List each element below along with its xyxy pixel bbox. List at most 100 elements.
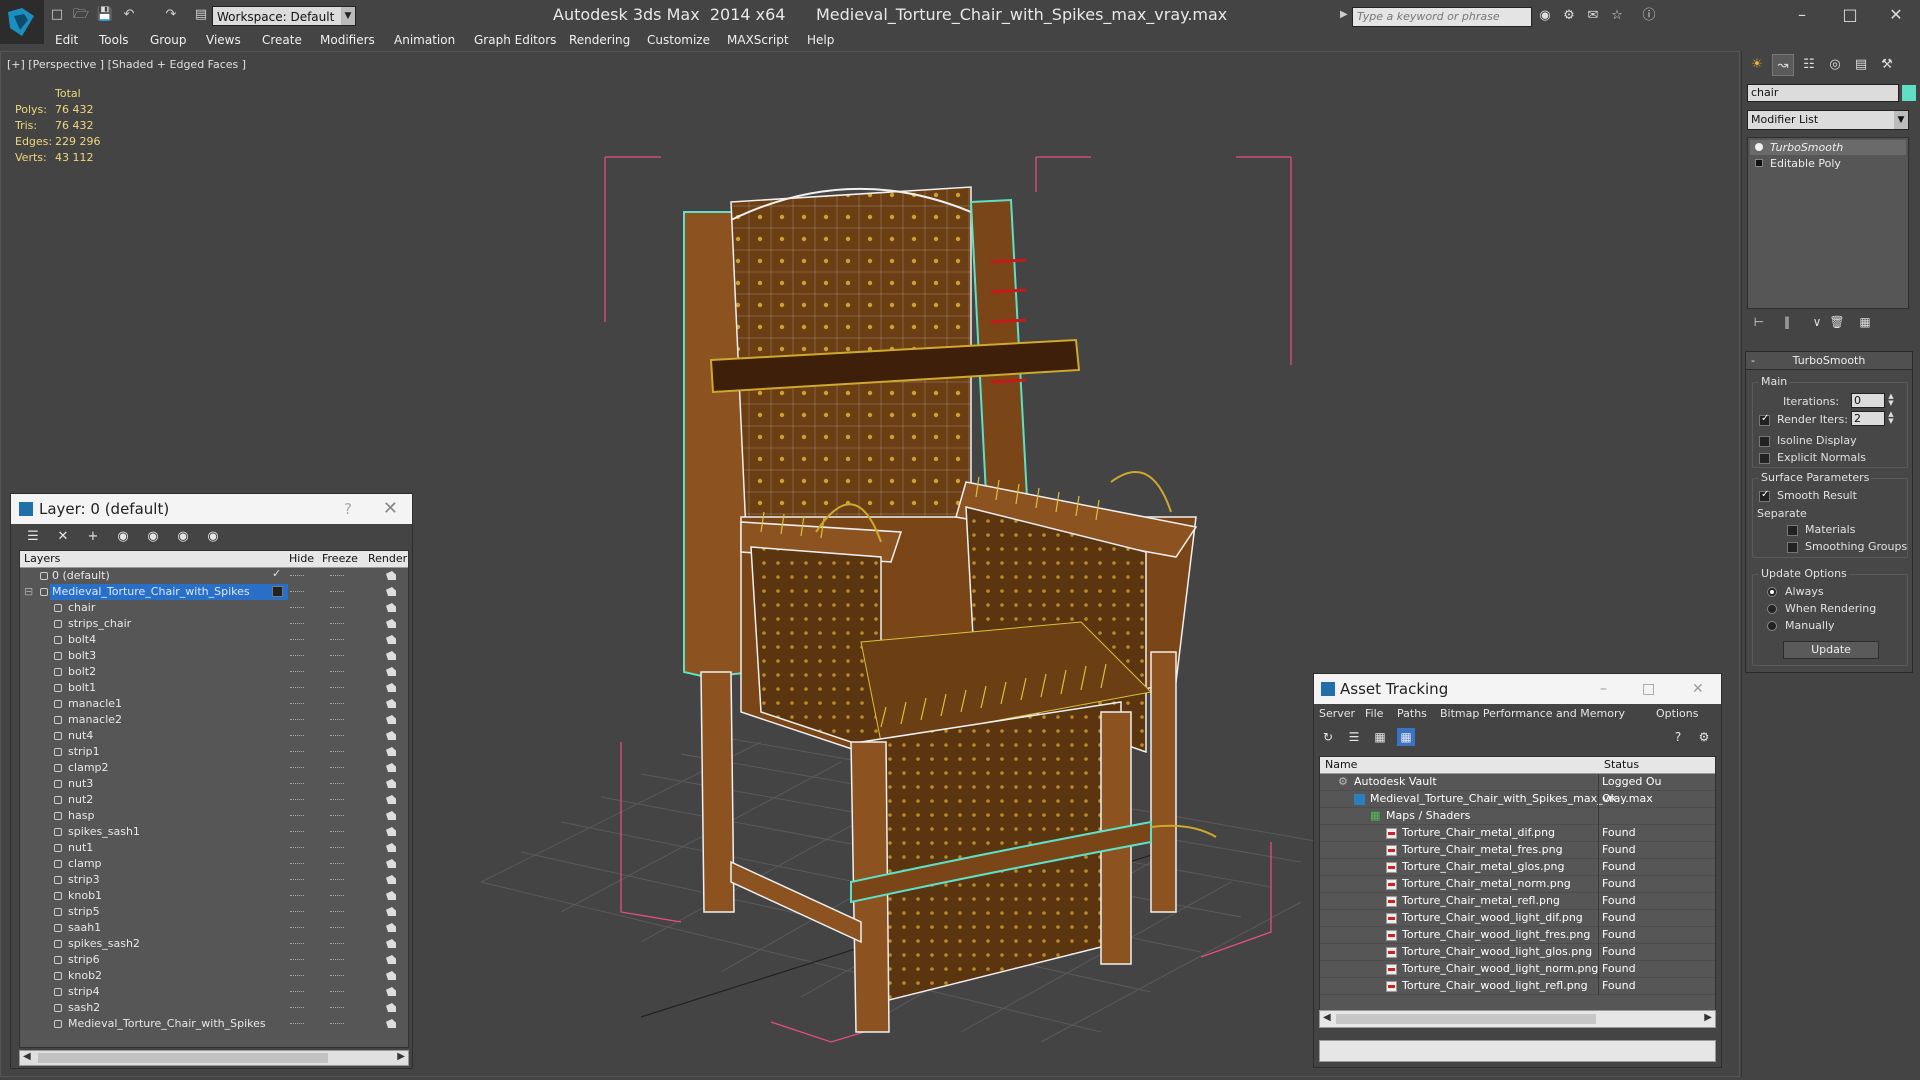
scroll-right-icon[interactable]: ▶	[1704, 1012, 1712, 1023]
stack-item-turbosmooth[interactable]: TurboSmooth	[1750, 140, 1906, 155]
layer-row[interactable]: 0 (default) ✓	[20, 567, 408, 584]
menu-file[interactable]: File	[1365, 707, 1383, 720]
freeze-toggle[interactable]	[330, 783, 344, 784]
object-row[interactable]: bolt4	[20, 632, 408, 648]
freeze-toggle[interactable]	[330, 655, 344, 656]
spinner-arrows-icon[interactable]: ▲ ▼	[1887, 393, 1895, 408]
hide-toggle[interactable]	[290, 1007, 304, 1008]
list-view-icon[interactable]: ☰	[1345, 728, 1363, 746]
hide-toggle[interactable]	[290, 687, 304, 688]
freeze-toggle[interactable]	[330, 975, 344, 976]
render-teapot-icon[interactable]	[386, 571, 396, 580]
menu-customize[interactable]: Customize	[647, 30, 710, 50]
object-row[interactable]: clamp	[20, 856, 408, 872]
always-radio[interactable]	[1767, 587, 1777, 597]
freeze-toggle[interactable]	[330, 703, 344, 704]
menu-server[interactable]: Server	[1319, 707, 1355, 720]
help-icon[interactable]: ?	[344, 494, 352, 524]
object-row[interactable]: nut1	[20, 840, 408, 856]
hide-toggle[interactable]	[290, 991, 304, 992]
menu-modifiers[interactable]: Modifiers	[320, 30, 375, 50]
freeze-toggle[interactable]	[330, 623, 344, 624]
hide-toggle[interactable]	[290, 975, 304, 976]
select-objects-icon[interactable]: ◉	[113, 528, 133, 546]
freeze-toggle[interactable]	[330, 943, 344, 944]
hide-toggle[interactable]	[290, 879, 304, 880]
object-row[interactable]: hasp	[20, 808, 408, 824]
freeze-toggle[interactable]	[330, 911, 344, 912]
asset-row[interactable]: Torture_Chair_wood_light_glos.png Found	[1320, 944, 1715, 961]
explicit-normals-checkbox[interactable]	[1759, 453, 1770, 464]
asset-row[interactable]: ⚙ Autodesk Vault Logged Ou	[1320, 774, 1715, 791]
app-menu-button[interactable]	[0, 0, 44, 44]
hide-toggle[interactable]	[290, 703, 304, 704]
open-file-icon[interactable]: 🗁	[72, 7, 90, 23]
hide-toggle[interactable]	[290, 671, 304, 672]
render-teapot-icon[interactable]	[386, 635, 396, 644]
menu-graph-editors[interactable]: Graph Editors	[474, 30, 556, 50]
menu-paths[interactable]: Paths	[1397, 707, 1427, 720]
object-row[interactable]: nut3	[20, 776, 408, 792]
object-row[interactable]: bolt3	[20, 648, 408, 664]
freeze-toggle[interactable]	[330, 879, 344, 880]
asset-scrollbar[interactable]: ◀ ▶	[1319, 1010, 1716, 1028]
freeze-toggle[interactable]	[330, 863, 344, 864]
freeze-toggle[interactable]	[330, 575, 344, 576]
freeze-toggle[interactable]	[330, 815, 344, 816]
column-name[interactable]: Name	[1325, 758, 1357, 771]
show-end-result-icon[interactable]: ‖	[1779, 315, 1795, 333]
collapse-icon[interactable]: -	[1751, 352, 1755, 370]
asset-row[interactable]: Torture_Chair_metal_fres.png Found	[1320, 842, 1715, 859]
new-file-icon[interactable]: □	[48, 7, 66, 23]
freeze-toggle[interactable]	[330, 671, 344, 672]
menu-bitmap-performance[interactable]: Bitmap Performance and Memory	[1440, 707, 1625, 720]
favorites-star-icon[interactable]: ☆	[1608, 8, 1626, 24]
hide-toggle[interactable]	[290, 591, 304, 592]
render-teapot-icon[interactable]	[386, 811, 396, 820]
render-teapot-icon[interactable]	[386, 763, 396, 772]
menu-group[interactable]: Group	[150, 30, 187, 50]
hide-toggle[interactable]	[290, 783, 304, 784]
freeze-toggle[interactable]	[330, 607, 344, 608]
hide-toggle[interactable]	[290, 895, 304, 896]
maximize-icon[interactable]: □	[1832, 4, 1868, 26]
freeze-toggle[interactable]	[330, 751, 344, 752]
menu-animation[interactable]: Animation	[394, 30, 455, 50]
menu-rendering[interactable]: Rendering	[569, 30, 630, 50]
hide-toggle[interactable]	[290, 655, 304, 656]
asset-row[interactable]: Torture_Chair_wood_light_refl.png Found	[1320, 978, 1715, 995]
help-icon[interactable]: ?	[1669, 728, 1687, 746]
asset-row[interactable]: Torture_Chair_metal_dif.png Found	[1320, 825, 1715, 842]
object-row[interactable]: strips_chair	[20, 616, 408, 632]
object-color-swatch[interactable]	[1902, 85, 1916, 101]
hide-toggle[interactable]	[290, 959, 304, 960]
object-row[interactable]: strip3	[20, 872, 408, 888]
render-teapot-icon[interactable]	[386, 891, 396, 900]
delete-layer-icon[interactable]: ✕	[53, 528, 73, 546]
update-button[interactable]: Update	[1783, 641, 1879, 659]
hide-toggle[interactable]	[290, 575, 304, 576]
layer-scrollbar[interactable]: ◀ ▶	[19, 1050, 409, 1066]
object-row[interactable]: spikes_sash2	[20, 936, 408, 952]
render-teapot-icon[interactable]	[386, 779, 396, 788]
stack-item-editable-poly[interactable]: Editable Poly	[1750, 156, 1906, 171]
asset-row[interactable]: Torture_Chair_wood_light_dif.png Found	[1320, 910, 1715, 927]
freeze-toggle[interactable]	[330, 735, 344, 736]
object-row[interactable]: knob1	[20, 888, 408, 904]
close-icon[interactable]: ✕	[1692, 674, 1704, 704]
scroll-thumb[interactable]	[38, 1053, 328, 1063]
manually-radio[interactable]	[1767, 621, 1777, 631]
hide-toggle[interactable]	[290, 911, 304, 912]
hide-toggle[interactable]	[290, 639, 304, 640]
menu-help[interactable]: Help	[807, 30, 834, 50]
render-teapot-icon[interactable]	[386, 875, 396, 884]
render-teapot-icon[interactable]	[386, 827, 396, 836]
object-row[interactable]: Medieval_Torture_Chair_with_Spikes	[20, 1016, 408, 1032]
smoothing-groups-checkbox[interactable]	[1787, 542, 1798, 553]
render-teapot-icon[interactable]	[386, 987, 396, 996]
asset-row[interactable]: Torture_Chair_metal_glos.png Found	[1320, 859, 1715, 876]
layer-row[interactable]: ⊟ Medieval_Torture_Chair_with_Spikes	[20, 584, 408, 600]
minimize-icon[interactable]: –	[1784, 4, 1820, 26]
render-teapot-icon[interactable]	[386, 667, 396, 676]
highlight-layer-icon[interactable]: ◉	[143, 528, 163, 546]
